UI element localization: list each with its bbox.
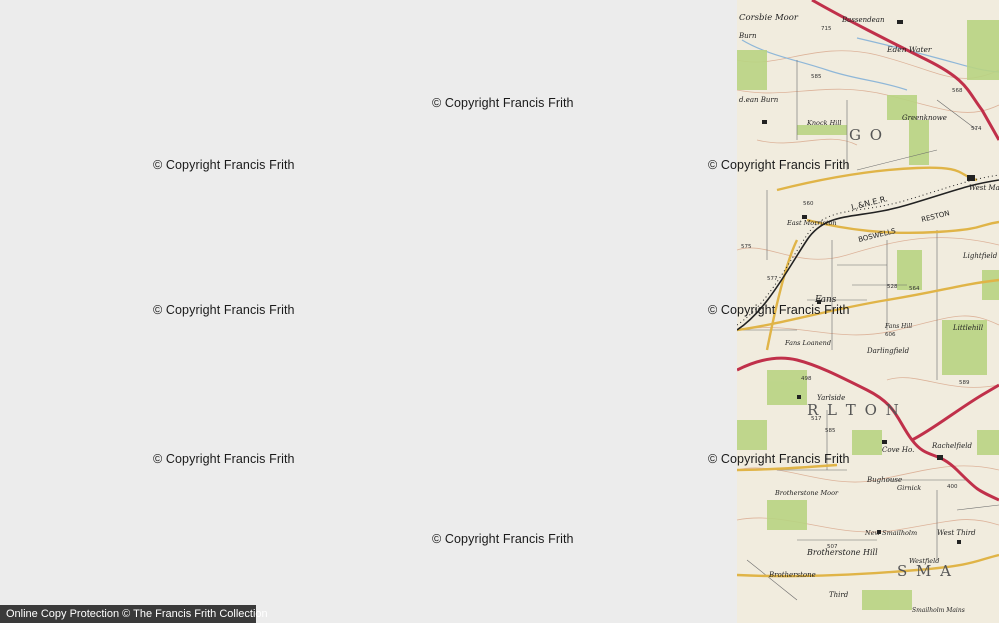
spot-height: 585 <box>811 74 822 80</box>
spot-height: 528 <box>887 284 898 290</box>
copyright-watermark: © Copyright Francis Frith <box>708 158 850 172</box>
label-brotherstone-moor: Brotherstone Moor <box>774 489 839 497</box>
spot-height: 577 <box>767 276 778 282</box>
label-rachelfield: Rachelfield <box>931 442 972 450</box>
spot-height: 507 <box>827 544 838 550</box>
label-knock-hill: Knock Hill <box>806 119 842 127</box>
label-cove-ho: Cove Ho. <box>882 446 914 454</box>
label-brotherstone: Brotherstone <box>768 571 816 579</box>
label-girnick: Girnick <box>897 484 921 492</box>
label-greenknowe: Greenknowe <box>902 114 947 122</box>
label-dean-burn: d.ean Burn <box>739 96 779 104</box>
label-brotherstone-hill: Brotherstone Hill <box>806 548 878 557</box>
copyright-watermark: © Copyright Francis Frith <box>432 96 574 110</box>
label-fans-hill: Fans Hill <box>884 323 912 330</box>
label-west-third: West Third <box>937 529 976 537</box>
copyright-watermark: © Copyright Francis Frith <box>153 303 295 317</box>
label-lne-railway: L.&N.E.R. <box>850 194 888 212</box>
copy-protection-badge: Online Copy Protection © The Francis Fri… <box>0 605 268 623</box>
spot-height: 498 <box>801 376 812 382</box>
label-darlingfield: Darlingfield <box>866 347 910 355</box>
label-fans-loanend: Fans Loanend <box>784 339 831 347</box>
copyright-watermark: © Copyright Francis Frith <box>708 303 850 317</box>
label-new-smailholm: New Smailholm <box>864 529 917 537</box>
copyright-watermark: © Copyright Francis Frith <box>432 532 574 546</box>
spot-height: 585 <box>825 428 836 434</box>
label-bughouse: Bughouse <box>866 476 902 484</box>
label-smailholm-mains: Smailholm Mains <box>912 607 965 614</box>
label-west-mains: West Mains <box>969 184 999 192</box>
spot-height: 574 <box>971 126 982 132</box>
spot-height: 517 <box>811 416 822 422</box>
copyright-watermark: © Copyright Francis Frith <box>708 452 850 466</box>
label-corsbie-moor: Corsbie Moor <box>739 13 799 23</box>
label-smailholm-parish: S M A <box>897 562 953 580</box>
label-eden-water: Eden Water <box>886 45 932 54</box>
label-bassendean: Bassendean <box>841 16 885 24</box>
main-roads <box>737 0 999 502</box>
spot-height: 715 <box>821 26 832 32</box>
spot-height: 560 <box>803 201 814 207</box>
spot-height: 564 <box>909 286 920 292</box>
spot-height: 568 <box>952 88 963 94</box>
copyright-watermark: © Copyright Francis Frith <box>153 452 295 466</box>
label-east-morriston: East Morriston <box>786 219 837 227</box>
spot-height: 606 <box>885 332 896 338</box>
spot-height: 589 <box>959 380 970 386</box>
map-viewer[interactable]: Corsbie Moor Bassendean Burn Eden Water … <box>0 0 999 623</box>
spot-height: 400 <box>947 484 958 490</box>
label-littlehill: Littlehill <box>952 324 983 332</box>
spot-height: 575 <box>741 244 752 250</box>
label-third: Third <box>829 591 849 599</box>
label-burn: Burn <box>738 32 757 40</box>
copyright-watermark: © Copyright Francis Frith <box>153 158 295 172</box>
label-lightfield: Lightfield <box>962 252 998 260</box>
label-gordon-parish: G O <box>849 126 884 144</box>
label-reston: RESTON <box>921 209 951 224</box>
